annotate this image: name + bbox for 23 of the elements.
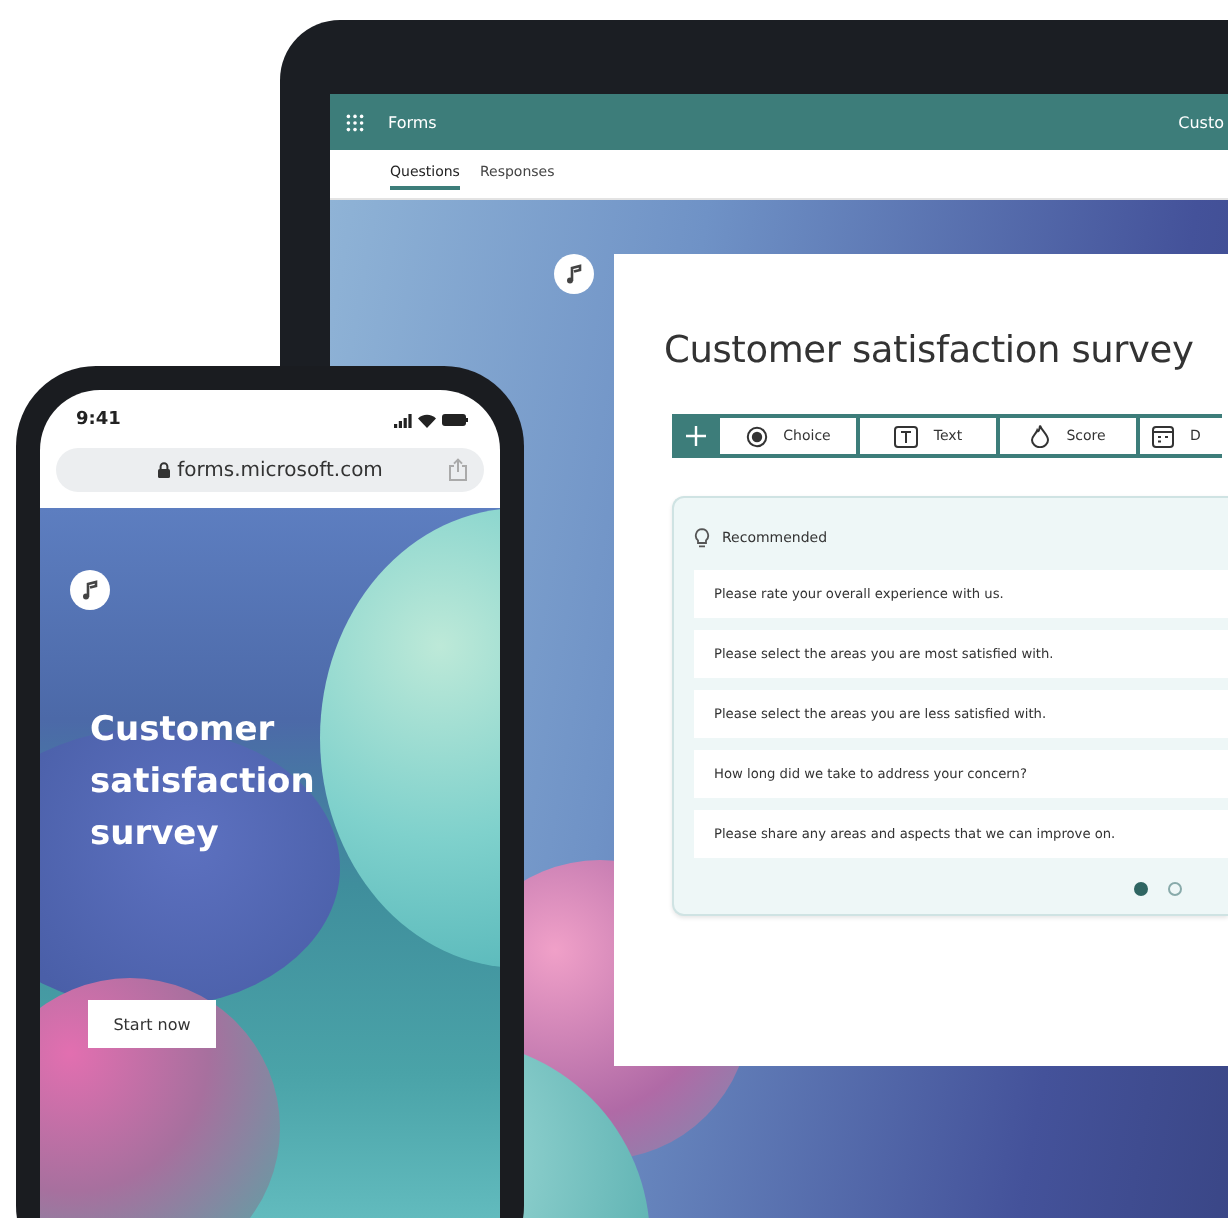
signal-icon [394,413,412,427]
app-launcher-icon[interactable] [346,113,364,131]
lightbulb-icon [694,528,710,548]
address-bar[interactable]: forms.microsoft.com [56,448,484,492]
music-note-icon [80,580,100,600]
calendar-icon [1152,425,1174,447]
battery-icon [442,414,468,426]
lock-icon [157,462,170,478]
text-box-icon [893,425,918,447]
music-note-icon [564,264,584,284]
form-name: Custo [1178,113,1226,131]
plus-icon [686,426,706,446]
status-time: 9:41 [76,410,121,430]
app-name: Forms [388,113,437,131]
drop-icon [1030,424,1051,448]
form-title: Customer satisfaction survey [664,330,1196,372]
radio-icon [745,425,768,447]
add-question-button[interactable] [672,414,720,458]
survey-title: Customer satisfaction survey [90,708,317,858]
start-now-button[interactable]: Start now [88,1000,216,1048]
page-dot[interactable] [1134,882,1148,896]
wifi-icon [418,413,436,427]
page-dot[interactable] [1168,882,1182,896]
